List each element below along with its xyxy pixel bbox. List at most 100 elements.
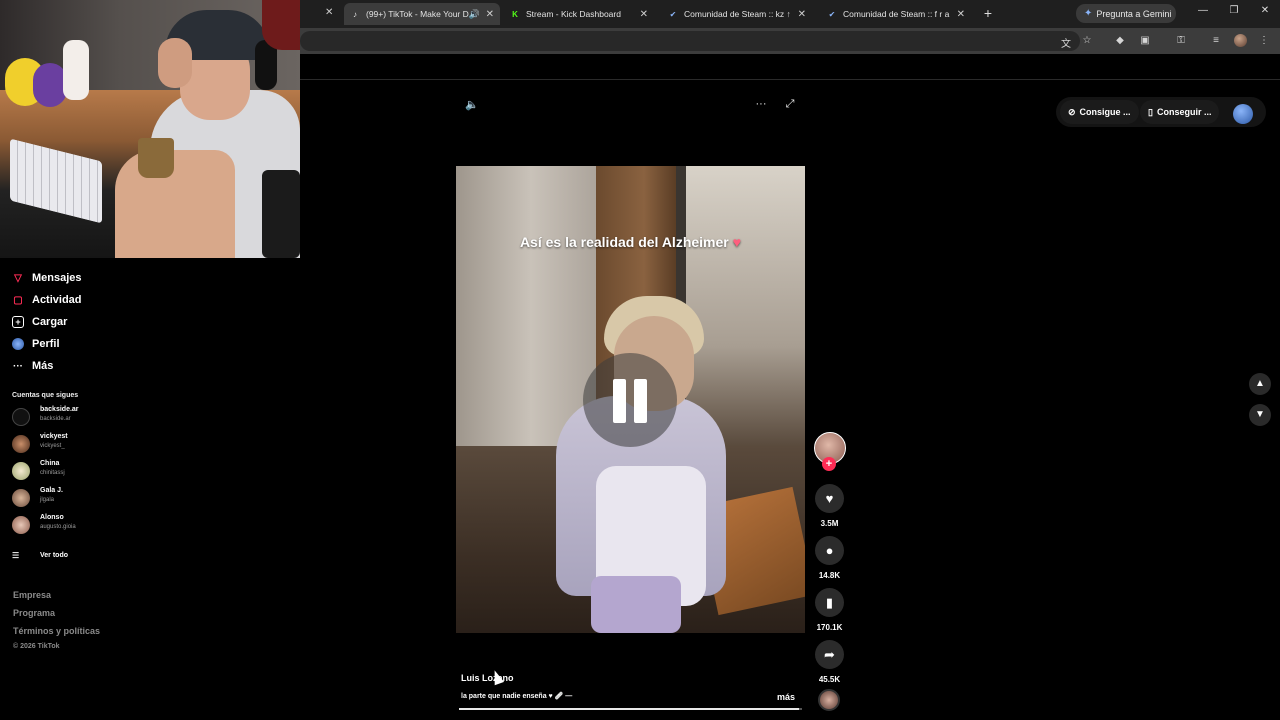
copyright: © 2026 TikTok: [13, 643, 60, 650]
save-button[interactable]: ▮: [815, 588, 844, 617]
avatar: [12, 489, 30, 507]
tab-title: Stream - Kick Dashboard: [526, 9, 621, 19]
more-options-icon[interactable]: ···: [754, 98, 768, 110]
tab-tiktok[interactable]: ♪ (99+) TikTok - Make Your D 🔊 ✕: [344, 3, 500, 25]
close-tab-icon[interactable]: ✕: [798, 9, 806, 20]
close-tab-icon[interactable]: ✕: [957, 9, 965, 20]
progress-fill: [459, 708, 799, 710]
see-all-label: Ver todo: [40, 552, 69, 559]
gemini-button[interactable]: ✦ Pregunta a Gemini: [1076, 4, 1176, 23]
tab-title: (99+) TikTok - Make Your D: [366, 9, 469, 19]
account-name: backside.ar: [40, 406, 79, 413]
more-button[interactable]: más: [777, 692, 795, 702]
sidebar-item-messages[interactable]: ▽ Mensajes: [12, 272, 82, 284]
save-count: 170.1K: [816, 623, 843, 632]
following-account[interactable]: backside.ar backside.ar: [12, 406, 122, 430]
caption-text: Así es la realidad del Alzheimer: [519, 234, 729, 250]
volume-icon[interactable]: 🔈: [465, 98, 479, 111]
footer-link-terms[interactable]: Términos y políticas: [13, 626, 100, 636]
sidebar-item-more[interactable]: ··· Más: [12, 360, 53, 372]
tiktok-icon: ♪: [353, 9, 357, 19]
sparkle-icon: ✦: [1084, 8, 1093, 19]
menu-dots-icon[interactable]: ⋮: [1257, 35, 1271, 46]
next-video-button[interactable]: ▼: [1249, 404, 1271, 426]
kick-icon: K: [512, 9, 518, 19]
like-count: 3.5M: [820, 519, 839, 528]
following-account[interactable]: China chinitassj: [12, 460, 122, 484]
close-tab-icon[interactable]: ✕: [486, 9, 494, 20]
close-icon[interactable]: ✕: [325, 7, 333, 18]
footer-link-program[interactable]: Programa: [13, 608, 55, 618]
following-account[interactable]: Alonso augusto.gioia: [12, 514, 122, 538]
share-count: 45.5K: [818, 675, 841, 684]
activity-icon: ▢: [13, 294, 23, 306]
media-control-icon[interactable]: ≡: [1209, 35, 1223, 46]
following-account[interactable]: Gala J. jlgala: [12, 487, 122, 511]
like-button[interactable]: ♥: [815, 484, 844, 513]
phone-icon: ▯: [1148, 106, 1153, 117]
user-avatar[interactable]: [1233, 104, 1253, 124]
bookmark-star-icon[interactable]: ☆: [1080, 35, 1094, 46]
account-handle: chinitassj: [40, 470, 65, 476]
close-tab-icon[interactable]: ✕: [640, 9, 648, 20]
sidebar-item-upload[interactable]: + Cargar: [12, 316, 67, 328]
video-progress-bar[interactable]: [459, 708, 802, 710]
get-app-button[interactable]: ▯ Conseguir ...: [1140, 100, 1220, 124]
follow-plus-icon[interactable]: +: [822, 457, 836, 471]
tab-kick[interactable]: K Stream - Kick Dashboard ✕: [504, 3, 654, 25]
music-disc-avatar[interactable]: [818, 689, 840, 711]
footer-link-company[interactable]: Empresa: [13, 590, 51, 600]
see-all-button[interactable]: ☰ Ver todo: [12, 551, 68, 560]
password-key-icon[interactable]: ⚿: [1174, 35, 1188, 46]
sidebar-item-label: Más: [32, 360, 54, 372]
restore-icon[interactable]: ❐: [1226, 5, 1242, 16]
chevron-up-icon: ▲: [1255, 378, 1265, 389]
sidebar-item-activity[interactable]: ▢ Actividad: [12, 294, 81, 306]
chevron-down-icon: ▼: [1255, 409, 1265, 420]
window-close-icon[interactable]: ✕: [1257, 5, 1273, 16]
sidebar-item-profile[interactable]: Perfil: [12, 338, 60, 350]
share-arrow-icon: ➦: [824, 646, 835, 662]
more-dots-icon: ···: [13, 360, 23, 372]
get-coins-button[interactable]: ⊘ Consigue ...: [1060, 100, 1139, 124]
video-author[interactable]: Luis Lozano: [461, 673, 514, 683]
avatar: [12, 408, 30, 426]
get-app-label: Conseguir ...: [1156, 107, 1212, 117]
previous-video-button[interactable]: ▲: [1249, 373, 1271, 395]
video-player[interactable]: Así es la realidad del Alzheimer ♥: [456, 166, 805, 633]
tab-title: Comunidad de Steam :: f r a: [843, 9, 950, 19]
tab-steam-1[interactable]: ✔ Comunidad de Steam :: kz ↑ ✕: [662, 3, 812, 25]
mate-cup: [138, 138, 174, 178]
pause-button[interactable]: [583, 353, 677, 447]
microphone: [262, 0, 300, 50]
comment-count: 14.8K: [818, 571, 841, 580]
share-button[interactable]: ➦: [815, 640, 844, 669]
minimize-icon[interactable]: —: [1195, 5, 1211, 16]
address-bar[interactable]: [300, 31, 1080, 51]
speaker-icon[interactable]: 🔊: [469, 9, 480, 20]
puzzle-icon[interactable]: ▣: [1138, 35, 1152, 46]
avatar: [12, 462, 30, 480]
comment-button[interactable]: ●: [815, 536, 844, 565]
sidebar-item-label: Mensajes: [32, 272, 82, 284]
pause-icon: [634, 379, 647, 423]
drink-can: [262, 170, 300, 258]
person-legs: [591, 576, 681, 633]
comment-icon: ●: [825, 543, 834, 558]
figurine: [63, 40, 89, 100]
browser-profile-avatar[interactable]: [1234, 34, 1247, 47]
account-name: Alonso: [40, 514, 64, 521]
fullscreen-icon[interactable]: ⤢: [783, 98, 797, 111]
new-tab-button[interactable]: +: [980, 4, 996, 22]
translate-icon[interactable]: 文: [1059, 35, 1073, 50]
following-account[interactable]: vickyest vickyest_: [12, 433, 122, 457]
plush-toy: [33, 63, 67, 107]
coin-icon: ⊘: [1068, 106, 1076, 117]
video-caption: Así es la realidad del Alzheimer ♥: [456, 234, 805, 250]
account-name: Gala J.: [40, 487, 63, 494]
tab-steam-2[interactable]: ✔ Comunidad de Steam :: f r a ✕: [821, 3, 971, 25]
bookmark-icon: ▮: [825, 594, 834, 610]
streamer-arm: [115, 150, 235, 258]
extension-icon[interactable]: ◆: [1113, 35, 1127, 46]
account-name: China: [40, 460, 60, 467]
